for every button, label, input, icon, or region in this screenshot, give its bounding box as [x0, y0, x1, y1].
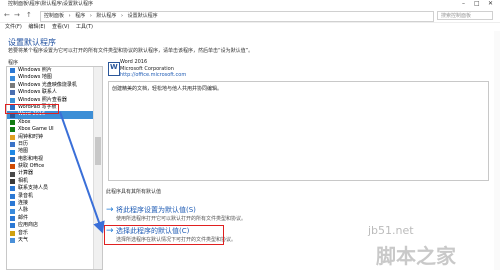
- page-scrollbar[interactable]: [494, 31, 500, 270]
- annotation-arrow-icon: [59, 111, 105, 234]
- watermark-logo: 脚本之家: [376, 244, 456, 268]
- watermark-url: jb51.net: [368, 224, 414, 237]
